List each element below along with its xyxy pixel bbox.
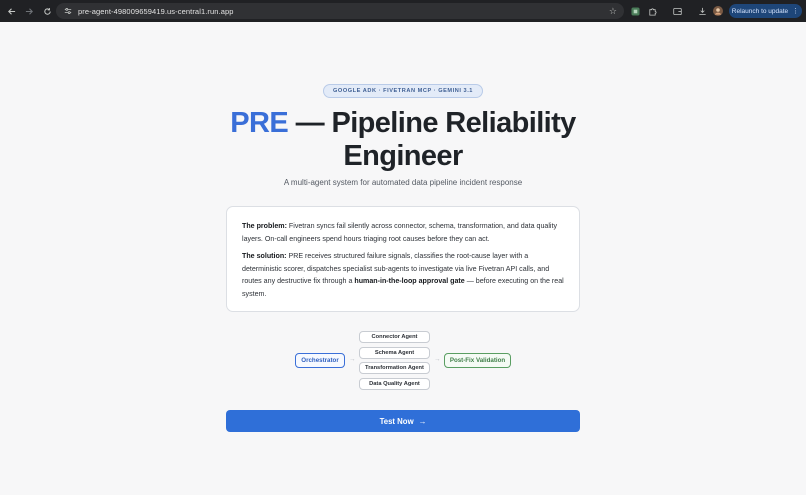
test-now-button[interactable]: Test Now → bbox=[226, 410, 580, 432]
page-subtitle: A multi-agent system for automated data … bbox=[283, 178, 523, 187]
title-rest: — Pipeline Reliability Engineer bbox=[288, 107, 577, 172]
problem-paragraph: The problem: Fivetran syncs fail silentl… bbox=[242, 220, 565, 245]
relaunch-button[interactable]: Relaunch to update ⋮ bbox=[729, 4, 802, 18]
tech-stack-badge: GOOGLE ADK · FIVETRAN MCP · GEMINI 3.1 bbox=[323, 84, 483, 98]
solution-label: The solution: bbox=[242, 252, 287, 261]
title-accent: PRE bbox=[230, 107, 289, 139]
arrow-agents-to-validation: → bbox=[434, 356, 441, 363]
problem-label: The problem: bbox=[242, 222, 287, 230]
description-card: The problem: Fivetran syncs fail silentl… bbox=[226, 206, 580, 312]
more-vert-icon: ⋮ bbox=[792, 8, 800, 15]
transformation-agent-node: Transformation Agent bbox=[359, 362, 430, 374]
connector-agent-node: Connector Agent bbox=[359, 331, 430, 343]
extension-icon[interactable] bbox=[628, 0, 642, 22]
download-icon[interactable] bbox=[695, 0, 709, 22]
problem-text: Fivetran syncs fail silently across conn… bbox=[242, 222, 558, 243]
reload-icon[interactable] bbox=[38, 0, 56, 22]
forward-icon[interactable] bbox=[20, 0, 38, 22]
page-title: PRE — Pipeline Reliability Engineer bbox=[203, 107, 603, 173]
back-icon[interactable] bbox=[2, 0, 20, 22]
test-now-label: Test Now bbox=[379, 416, 414, 426]
site-info-icon[interactable] bbox=[61, 3, 75, 19]
arrow-right-icon: → bbox=[418, 416, 427, 426]
tab-search-icon[interactable] bbox=[670, 0, 684, 22]
orchestrator-node: Orchestrator bbox=[295, 353, 345, 368]
post-fix-validation-node: Post-Fix Validation bbox=[444, 353, 511, 368]
arrow-orchestrator-to-agents: → bbox=[349, 356, 356, 363]
browser-toolbar: pre-agent-498009659419.us-central1.run.a… bbox=[0, 0, 806, 22]
puzzle-extensions-icon[interactable] bbox=[645, 0, 659, 22]
bookmark-star-icon[interactable]: ☆ bbox=[609, 3, 617, 19]
relaunch-label: Relaunch to update bbox=[731, 7, 789, 15]
solution-bold-text: human-in-the-loop approval gate bbox=[354, 277, 465, 286]
solution-paragraph: The solution: PRE receives structured fa… bbox=[242, 250, 565, 300]
address-bar[interactable]: pre-agent-498009659419.us-central1.run.a… bbox=[56, 3, 624, 19]
schema-agent-node: Schema Agent bbox=[359, 347, 430, 359]
data-quality-agent-node: Data Quality Agent bbox=[359, 378, 430, 390]
profile-avatar[interactable] bbox=[711, 0, 725, 22]
url-text[interactable]: pre-agent-498009659419.us-central1.run.a… bbox=[78, 7, 234, 16]
